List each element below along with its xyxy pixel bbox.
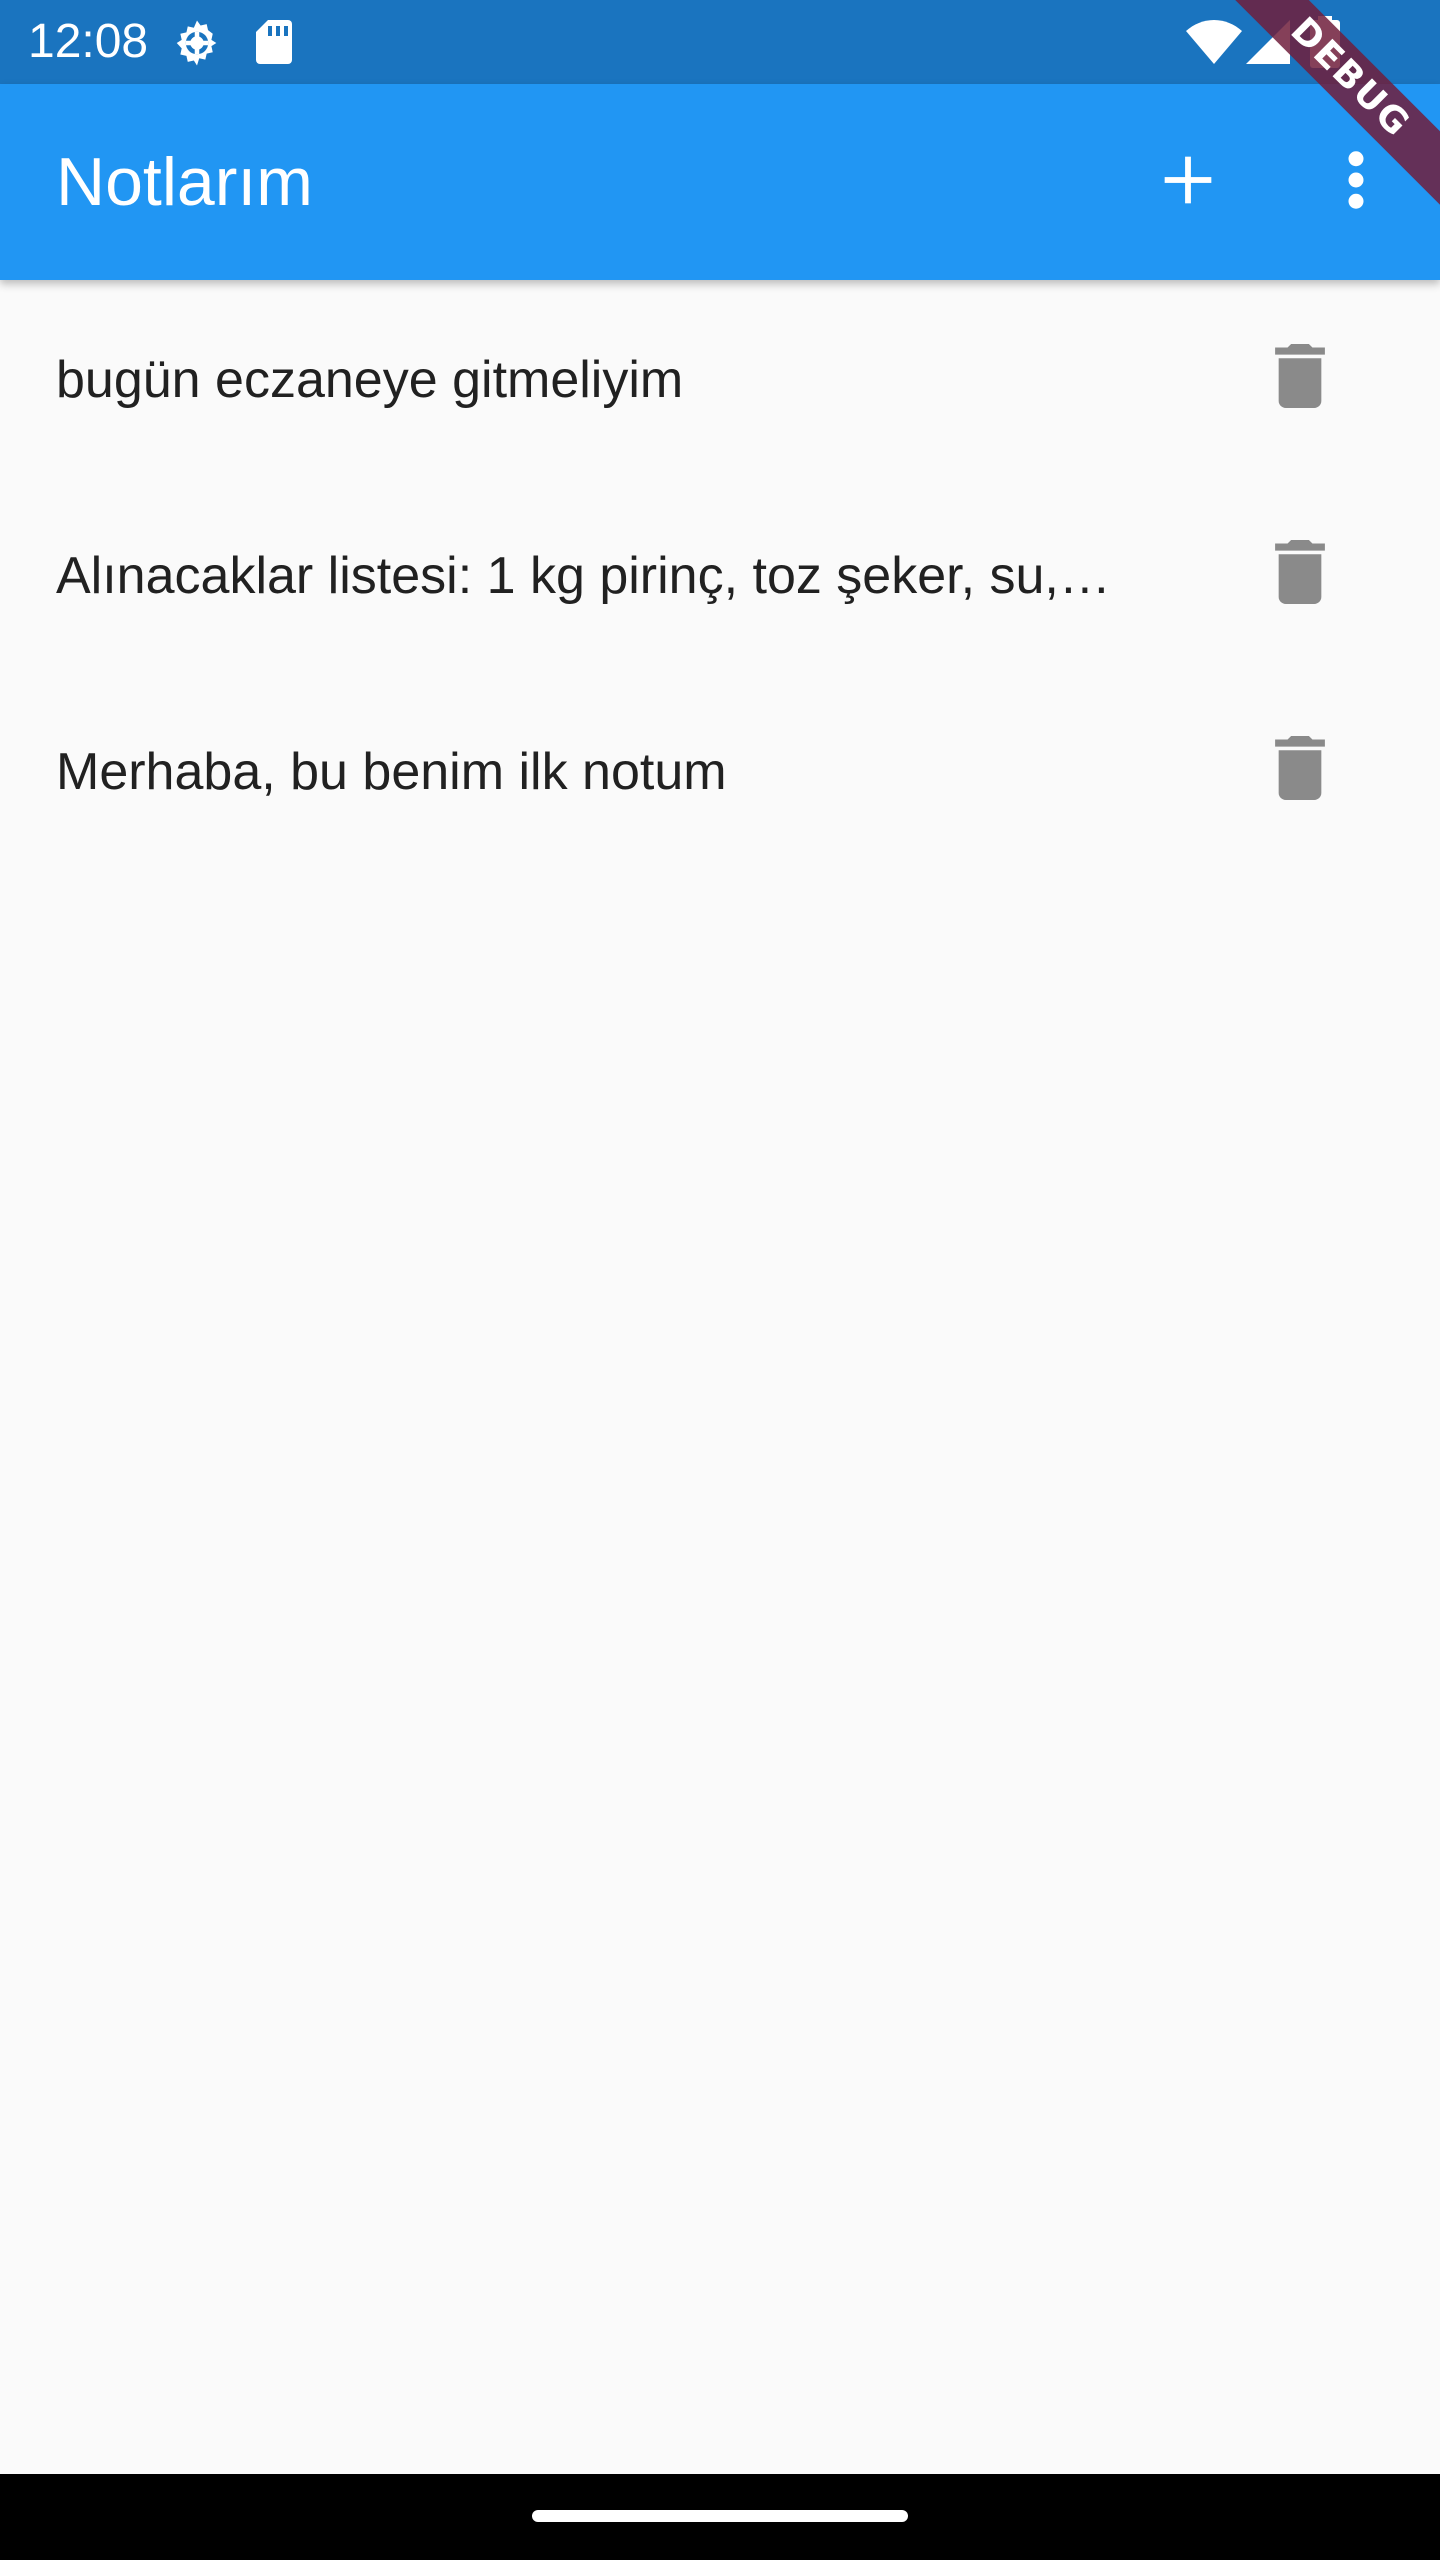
delete-icon [1274,539,1326,609]
list-item[interactable]: Alınacaklar listesi: 1 kg pirinç, toz şe… [0,476,1440,672]
add-icon [1160,152,1216,213]
note-text: Alınacaklar listesi: 1 kg pirinç, toz şe… [56,547,1111,605]
home-gesture-handle[interactable] [532,2510,908,2522]
more-vert-icon [1346,150,1366,215]
list-item[interactable]: Merhaba, bu benim ilk notum [0,672,1440,868]
settings-gear-icon [170,16,224,70]
delete-button[interactable] [1250,720,1350,820]
note-text: bugün eczaneye gitmeliyim [56,351,684,409]
delete-button[interactable] [1250,328,1350,428]
navigation-bar [0,2474,1440,2560]
status-time: 12:08 [28,15,149,68]
note-text: Merhaba, bu benim ilk notum [56,743,727,801]
notes-list: bugün eczaneye gitmeliyim Alınacaklar li… [0,280,1440,868]
add-note-button[interactable] [1138,132,1238,232]
delete-icon [1274,343,1326,413]
delete-button[interactable] [1250,524,1350,624]
sd-card-icon [254,18,294,66]
delete-icon [1274,735,1326,805]
status-bar: 12:08 [0,0,1440,84]
app-screen: 12:08 Notlarım DEBUG bugün eczaneye gitm… [0,0,1440,2560]
app-title: Notlarım [56,144,313,220]
list-item[interactable]: bugün eczaneye gitmeliyim [0,280,1440,476]
app-bar: Notlarım [0,84,1440,280]
wifi-icon [1186,20,1242,64]
